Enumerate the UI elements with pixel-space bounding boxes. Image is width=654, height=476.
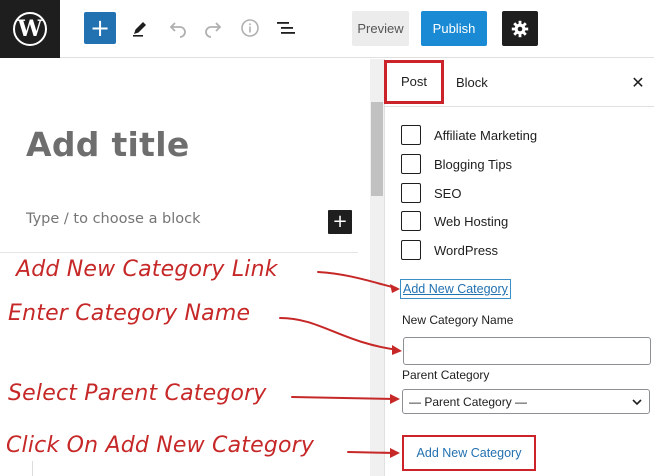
category-label: WordPress — [434, 242, 499, 258]
annotation-add-new-category-link: Add New Category Link — [16, 257, 278, 282]
category-checkbox[interactable] — [401, 240, 421, 260]
add-new-category-button[interactable]: Add New Category — [402, 435, 536, 471]
category-checkbox[interactable] — [401, 183, 421, 203]
category-item[interactable]: SEO — [401, 183, 461, 203]
list-view-button[interactable] — [272, 12, 300, 44]
info-icon — [241, 19, 259, 37]
post-title-input[interactable]: Add title — [26, 125, 190, 164]
category-label: Affiliate Marketing — [434, 127, 538, 143]
preview-button[interactable]: Preview — [352, 11, 409, 46]
editor-toolbar: W + Preview Publish — [0, 0, 654, 58]
wordpress-logo-icon: W — [13, 12, 47, 46]
block-placeholder[interactable]: Type / to choose a block — [26, 211, 201, 227]
inline-add-block-button[interactable]: + — [328, 210, 352, 234]
undo-icon — [169, 22, 186, 38]
category-item[interactable]: WordPress — [401, 240, 498, 260]
sidebar-tabs: Post Block ✕ — [384, 59, 654, 107]
scrollbar-thumb[interactable] — [371, 102, 383, 196]
category-label: Blogging Tips — [434, 156, 513, 172]
close-sidebar-button[interactable]: ✕ — [628, 73, 648, 93]
redo-button[interactable] — [199, 12, 227, 44]
tools-button[interactable] — [126, 12, 154, 44]
parent-category-value: — Parent Category — — [409, 394, 528, 409]
editor-divider — [0, 252, 358, 253]
editor-edge-mark — [32, 461, 33, 476]
category-checkbox[interactable] — [401, 154, 421, 174]
publish-button[interactable]: Publish — [421, 11, 487, 46]
annotation-enter-category-name: Enter Category Name — [8, 301, 251, 326]
parent-category-label: Parent Category — [402, 368, 490, 382]
category-checkbox[interactable] — [401, 211, 421, 231]
category-item[interactable]: Blogging Tips — [401, 154, 512, 174]
category-checkbox[interactable] — [401, 125, 421, 145]
annotation-select-parent-category: Select Parent Category — [8, 381, 267, 406]
annotation-click-add-new-category: Click On Add New Category — [6, 433, 315, 458]
tab-block[interactable]: Block — [456, 59, 488, 106]
tab-post[interactable]: Post — [384, 60, 444, 104]
new-category-name-label: New Category Name — [402, 313, 514, 327]
wordpress-logo-button[interactable]: W — [0, 0, 60, 58]
add-block-button[interactable]: + — [84, 12, 116, 44]
category-label: SEO — [434, 185, 462, 201]
add-new-category-link[interactable]: Add New Category — [400, 279, 511, 299]
pencil-icon — [133, 22, 146, 37]
new-category-name-input[interactable] — [403, 337, 651, 365]
close-icon: ✕ — [631, 73, 645, 92]
list-view-icon — [277, 22, 295, 34]
parent-category-select[interactable]: — Parent Category — — [402, 389, 650, 414]
undo-button[interactable] — [164, 12, 192, 44]
redo-icon — [205, 22, 222, 38]
details-button[interactable] — [236, 12, 264, 44]
gear-icon — [511, 20, 529, 37]
settings-button[interactable] — [502, 11, 538, 46]
category-label: Web Hosting — [434, 213, 509, 229]
category-item[interactable]: Web Hosting — [401, 211, 508, 231]
category-item[interactable]: Affiliate Marketing — [401, 125, 537, 145]
chevron-down-icon — [632, 398, 642, 405]
